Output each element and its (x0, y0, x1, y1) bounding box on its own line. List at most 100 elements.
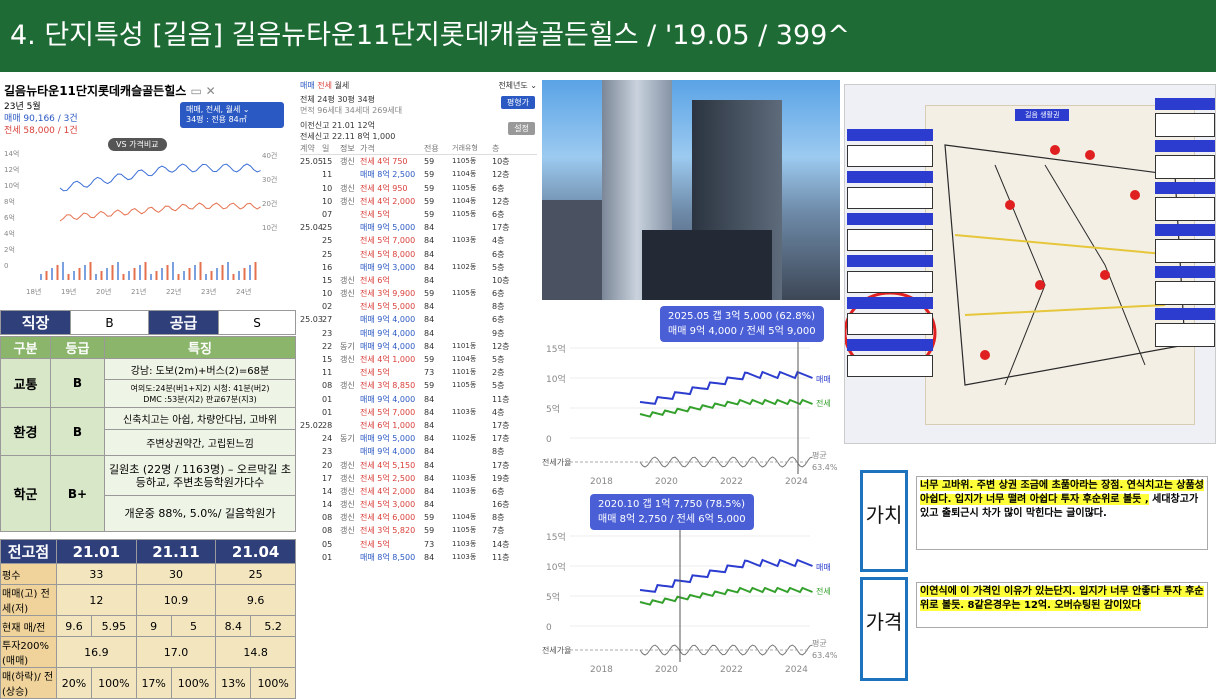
tx-cell: 갱신 (340, 486, 355, 496)
tx-row[interactable]: 01 매매 8억 8,500 84 1103동 11층 (300, 551, 537, 564)
tx-cell: 73 (424, 368, 435, 378)
volume-bar (95, 274, 97, 280)
map-labels (845, 125, 935, 415)
tab-jeonse[interactable]: 전세 (317, 81, 332, 90)
tx-row[interactable]: 25.02 28 전세 6억 1,000 84 17층 (300, 419, 537, 432)
tx-cell: 23 (322, 447, 333, 457)
peak-cell: 16.9 (56, 636, 137, 668)
tx-cell: 갱신 (340, 355, 355, 364)
tx-row[interactable]: 01 전세 5억 7,000 84 1103동 4층 (300, 406, 537, 419)
volume-bar (139, 265, 141, 280)
tx-row[interactable]: 05 전세 5억 73 1103동 14층 (300, 538, 537, 551)
avg-value: 63.4% (812, 651, 838, 660)
x-tick: 24년 (236, 287, 251, 296)
tx-row[interactable]: 15 갱신 전세 6억 84 10층 (300, 274, 537, 287)
volume-bar (172, 262, 174, 280)
env-note-2: 주변상권약간, 고립된느낌 (104, 429, 296, 456)
peak-label: 전고점 (0, 539, 57, 564)
tx-row[interactable]: 23 매매 9억 4,000 84 9층 (300, 327, 537, 340)
tx-cell: 9층 (492, 328, 505, 338)
volume-bar (106, 268, 108, 280)
tx-cell: 매매 9억 4,000 (360, 315, 416, 325)
jeonse-ratio-chart-2025: 2025.05 갭 3억 5,000 (62.8%) 매매 9억 4,000 / … (540, 302, 840, 492)
tx-header: 계약 일 정보 가격 전용 거래유형 층 (300, 142, 537, 156)
y-tick: 20건 (262, 199, 277, 208)
tx-row[interactable]: 01 매매 9억 4,000 84 11층 (300, 393, 537, 406)
tx-cell: 12층 (492, 170, 510, 180)
col-category: 구분 (0, 336, 51, 359)
tx-cell: 84 (424, 249, 435, 259)
traffic-grade: B (50, 358, 105, 408)
settings-button[interactable]: 설정 (508, 122, 535, 135)
volume-bar (243, 268, 246, 280)
school-label: 학군 (0, 455, 51, 532)
tx-row[interactable]: 11 매매 8억 2,500 59 1104동 12층 (300, 168, 537, 181)
tx-cell: 8층 (492, 513, 505, 523)
gap-chart-svg: 15억 10억 5억 0 2018 2020 2022 2024 매매전세전세가율 평균 63.4% (542, 342, 838, 487)
record-2: 전세신고 22.11 8억 1,000 (300, 132, 396, 141)
tx-cell: 15 (322, 157, 333, 167)
tx-row[interactable]: 25.04 25 매매 9억 5,000 84 17층 (300, 221, 537, 234)
tx-row[interactable]: 24 동기 매매 9억 5,000 84 1102동 17층 (300, 432, 537, 445)
tx-row[interactable]: 08 갱신 전세 3억 5,820 59 1105동 7층 (300, 524, 537, 537)
tx-cell: 11 (322, 170, 333, 180)
y-tick: 6억 (4, 214, 15, 222)
tx-row[interactable]: 10 갱신 전세 3억 9,900 59 1105동 6층 (300, 287, 537, 300)
tx-row[interactable]: 15 갱신 전세 4억 1,000 59 1104동 5층 (300, 353, 537, 366)
tx-cell: 갱신 (340, 381, 355, 391)
volume-bar (89, 262, 92, 280)
tx-row[interactable]: 14 갱신 전세 4억 2,000 84 1103동 6층 (300, 485, 537, 498)
tx-row[interactable]: 08 갱신 전세 3억 8,850 59 1105동 5층 (300, 379, 537, 392)
tx-cell: 59 (424, 196, 435, 206)
tx-row[interactable]: 25 전세 5억 8,000 84 6층 (300, 248, 537, 261)
tx-row[interactable]: 11 전세 5억 73 1101동 2층 (300, 366, 537, 379)
price-history-chart: 14억 12억 10억 8억 6억 4억 2억 0 40건 30건 20건 10건 18년 19년 20… (4, 150, 277, 296)
tx-cell: 전세 4억 1,000 (360, 355, 416, 364)
peak-cell: 8.4 (215, 615, 252, 637)
y-tick: 10억 (546, 561, 566, 573)
year-select[interactable]: 전체년도 ⌄ (498, 80, 537, 94)
peak-row: 현재 매/전 9.6 5.95 9 5 8.4 5.2 (0, 615, 296, 637)
area-price-button[interactable]: 평형가 (500, 96, 535, 109)
tx-cell: 59 (424, 513, 435, 523)
tx-row[interactable]: 10 갱신 전세 4억 950 59 1105동 6층 (300, 182, 537, 195)
volume-bar (227, 262, 229, 280)
filter-chip[interactable]: 매매, 전세, 월세 ⌄ 34평 : 전용 84㎡ (180, 102, 284, 128)
tx-cell: 01 (322, 407, 333, 417)
tx-row[interactable]: 14 갱신 전세 5억 3,000 84 16층 (300, 498, 537, 511)
tx-row[interactable]: 23 매매 9억 4,000 84 8층 (300, 445, 537, 458)
tx-cell: 1103동 (452, 473, 477, 482)
tab-monthly[interactable]: 월세 (335, 81, 350, 90)
y-tick: 10억 (546, 373, 566, 385)
volume-bar (56, 265, 59, 280)
tx-row[interactable]: 25 전세 5억 7,000 84 1103동 4층 (300, 234, 537, 247)
tx-row[interactable]: 25.05 15 갱신 전세 4억 750 59 1105동 10층 (300, 155, 537, 168)
x-tick: 2020 (655, 665, 678, 675)
peak-cell: 100% (250, 667, 296, 699)
tx-cell: 전세 6억 (360, 275, 390, 285)
tx-cell: 갱신 (340, 513, 355, 523)
tx-row[interactable]: 20 갱신 전세 4억 5,150 84 17층 (300, 459, 537, 472)
feature-table: 구분 등급 특징 교통 B 강남: 도보(2m)+버스(2)=68분 여의도:24분(버… (0, 336, 296, 532)
tx-cell: 17 (322, 473, 333, 483)
tx-row[interactable]: 17 갱신 전세 5억 2,500 84 1103동 19층 (300, 472, 537, 485)
map-icon[interactable]: ▭ ✕ (191, 84, 216, 98)
tx-cell: 매매 8억 2,500 (360, 170, 416, 180)
tx-row[interactable]: 22 동기 매매 9억 4,000 84 1101동 12층 (300, 340, 537, 353)
tx-row[interactable]: 07 전세 5억 59 1105동 6층 (300, 208, 537, 221)
tx-cell: 17층 (492, 434, 510, 444)
y-tick: 15억 (546, 531, 566, 543)
tx-row[interactable]: 02 전세 5억 5,000 84 8층 (300, 300, 537, 313)
x-tick: 2018 (590, 477, 613, 487)
tx-row[interactable]: 16 매매 9억 3,000 84 1102동 5층 (300, 261, 537, 274)
tab-sale[interactable]: 매매 (300, 81, 315, 90)
tx-cell: 전세 3억 8,850 (360, 381, 416, 391)
tx-row[interactable]: 08 갱신 전세 4억 6,000 59 1104동 8층 (300, 511, 537, 524)
tx-row[interactable]: 10 갱신 전세 4억 2,000 59 1104동 12층 (300, 195, 537, 208)
peak-row-label: 평수 (0, 563, 57, 585)
tx-cell: 갱신 (340, 500, 355, 510)
x-tick: 2020 (655, 477, 678, 487)
tx-row[interactable]: 25.03 27 매매 9억 4,000 84 6층 (300, 313, 537, 326)
peak-cell: 9.6 (215, 584, 296, 616)
peak-cell: 10.9 (135, 584, 217, 616)
